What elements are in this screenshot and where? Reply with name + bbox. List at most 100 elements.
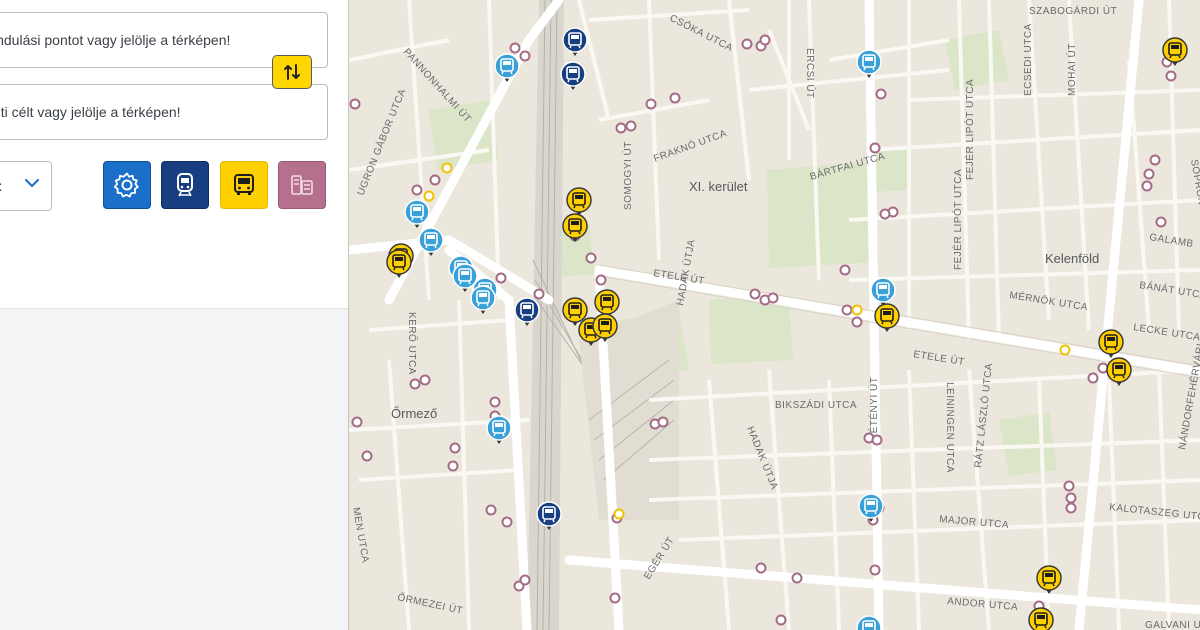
tram-marker[interactable] [486,415,512,444]
stop-marker[interactable] [879,208,891,220]
street-men: MEN UTCA [350,507,371,564]
stop-marker[interactable] [767,292,779,304]
minor-bus-stop-marker[interactable] [851,304,863,316]
destination-field[interactable] [0,84,328,140]
stop-marker[interactable] [411,184,423,196]
tram-marker[interactable] [494,53,520,82]
district-label-ormezo: Őrmező [391,406,437,421]
stop-marker[interactable] [1097,362,1109,374]
tram-marker[interactable] [418,227,444,256]
stop-marker[interactable] [501,516,513,528]
stop-marker[interactable] [419,374,431,386]
bus-filter-button[interactable] [220,161,268,209]
stop-marker[interactable] [1143,168,1155,180]
bus-marker[interactable] [566,187,592,216]
gear-icon [113,172,139,198]
minor-bus-stop-marker[interactable] [441,162,453,174]
suburban-rail-icon [177,173,193,197]
stop-marker[interactable] [839,264,851,276]
stop-marker[interactable] [1065,492,1077,504]
street-leiningen: LEININGEN UTCA [944,382,955,473]
stop-marker[interactable] [585,252,597,264]
street-eger: EGÉR ÚT [641,534,677,582]
street-kero: KERŐ UTCA [406,312,420,375]
stop-marker[interactable] [447,460,459,472]
stop-marker[interactable] [1141,180,1153,192]
street-bikszadi: BIKSZÁDI UTCA [775,398,857,411]
minor-bus-stop-marker[interactable] [1059,344,1071,356]
stop-marker[interactable] [875,88,887,100]
stop-marker[interactable] [1155,216,1167,228]
stop-marker[interactable] [625,120,637,132]
map-canvas[interactable]: XI. kerület Kelenföld Őrmező CSÓKA UTCA … [349,0,1200,630]
stop-marker[interactable] [841,304,853,316]
minor-bus-stop-marker[interactable] [423,190,435,202]
suburban-rail-marker[interactable] [560,61,586,90]
stop-marker[interactable] [755,562,767,574]
stop-marker[interactable] [741,38,753,50]
swap-arrows-icon [284,64,300,80]
stop-marker[interactable] [489,396,501,408]
tram-marker[interactable] [470,285,496,314]
street-ecsedi: ECSEDI UTCA [1023,23,1034,96]
stop-marker[interactable] [749,288,761,300]
stop-marker[interactable] [851,316,863,328]
stop-marker[interactable] [1087,372,1099,384]
planner-form: st [0,0,348,309]
stop-marker[interactable] [1065,502,1077,514]
street-kalap: FEJÉR LIPÓT UTCA [963,79,976,180]
stop-marker[interactable] [869,564,881,576]
stop-marker[interactable] [595,274,607,286]
stop-marker[interactable] [759,34,771,46]
stop-marker[interactable] [495,272,507,284]
street-somogyi: SOMOGYI ÚT [621,141,634,210]
stop-marker[interactable] [669,92,681,104]
street-ercsi: ERCSI ÚT [804,48,817,99]
stop-marker[interactable] [533,288,545,300]
other-transport-filter-button[interactable] [278,161,326,209]
stop-marker[interactable] [349,98,361,110]
stop-marker[interactable] [509,42,521,54]
stop-marker[interactable] [429,174,441,186]
bus-icon [234,174,254,195]
street-etele-2: ETELE ÚT [913,347,966,368]
stop-marker[interactable] [609,592,621,604]
stop-marker[interactable] [519,574,531,586]
street-tetenyi: TÉTÉNYI ÚT [867,377,880,440]
stop-marker[interactable] [645,98,657,110]
stop-marker[interactable] [361,450,373,462]
stop-marker[interactable] [775,614,787,626]
street-fejer: FEJÉR LIPÓT UTCA [951,169,964,270]
stop-marker[interactable] [519,50,531,62]
stop-marker[interactable] [1063,480,1075,492]
stop-marker[interactable] [409,378,421,390]
stop-marker[interactable] [869,142,881,154]
street-lecke: LECKE UTCA [1133,322,1200,343]
other-transport-icon [291,175,313,195]
street-galamb: GALAMB [1149,232,1195,250]
settings-filter-button[interactable] [103,161,151,209]
stop-marker[interactable] [791,572,803,584]
chevron-down-icon [25,179,39,187]
destination-input[interactable] [0,85,327,139]
street-nandorfe: NÁNDORFEHÉRVÁRI [1175,342,1200,451]
stop-marker[interactable] [351,416,363,428]
tram-marker[interactable] [856,49,882,78]
stop-marker[interactable] [449,442,461,454]
time-mode-select[interactable]: st [0,161,52,211]
map-view[interactable]: XI. kerület Kelenföld Őrmező CSÓKA UTCA … [348,0,1200,630]
stop-marker[interactable] [1149,154,1161,166]
district-label-xi: XI. kerület [689,179,748,194]
suburban-rail-marker[interactable] [562,27,588,56]
stop-marker[interactable] [871,434,883,446]
bus-marker[interactable] [1036,565,1062,594]
stop-marker[interactable] [1165,70,1177,82]
suburban-rail-filter-button[interactable] [161,161,209,209]
stop-marker[interactable] [657,416,669,428]
route-planner-panel: st [0,0,348,630]
bus-marker[interactable] [1028,607,1054,630]
stop-marker[interactable] [485,504,497,516]
minor-bus-stop-marker[interactable] [613,508,625,520]
stop-marker[interactable] [615,122,627,134]
swap-button[interactable] [272,55,312,89]
